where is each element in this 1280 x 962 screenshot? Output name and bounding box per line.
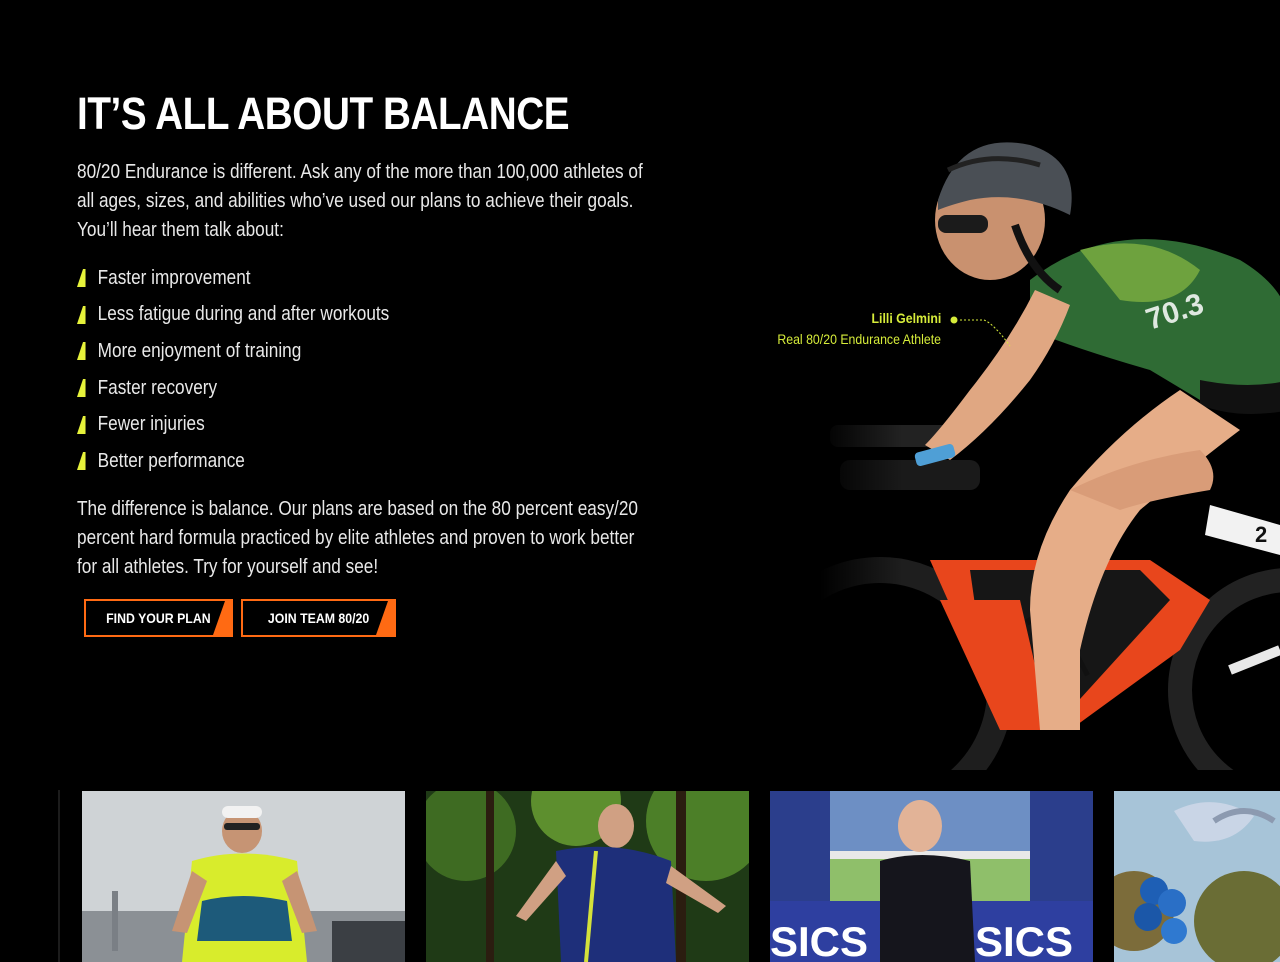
gallery-photo-balloons[interactable] xyxy=(1114,791,1280,962)
athlete-subtitle: Real 80/20 Endurance Athlete xyxy=(777,331,941,347)
slash-bullet-icon xyxy=(77,379,86,398)
hero-section: IT’S ALL ABOUT BALANCE 80/20 Endurance i… xyxy=(0,0,1280,780)
cta-buttons: FIND YOUR PLAN JOIN TEAM 80/20 xyxy=(84,599,396,637)
join-team-button[interactable]: JOIN TEAM 80/20 xyxy=(241,599,396,637)
slash-bullet-icon xyxy=(77,415,86,434)
outro-paragraph: The difference is balance. Our plans are… xyxy=(77,498,638,578)
svg-text:SICS: SICS xyxy=(770,918,868,962)
join-team-label: JOIN TEAM 80/20 xyxy=(267,610,370,626)
svg-text:SICS: SICS xyxy=(975,918,1073,962)
find-your-plan-label: FIND YOUR PLAN xyxy=(106,610,211,626)
find-your-plan-button[interactable]: FIND YOUR PLAN xyxy=(84,599,233,637)
list-item: Less fatigue during and after workouts xyxy=(77,297,389,334)
accent-wedge-icon xyxy=(376,601,394,635)
slash-bullet-icon xyxy=(77,452,86,471)
athlete-name: Lilli Gelmini xyxy=(871,310,941,326)
gallery-photo-finish-line[interactable]: SICS SICS xyxy=(770,791,1093,962)
list-item: Faster recovery xyxy=(77,370,389,407)
list-item: More enjoyment of training xyxy=(77,333,389,370)
page-title: IT’S ALL ABOUT BALANCE xyxy=(77,88,570,139)
list-item: Faster improvement xyxy=(77,260,389,297)
caption-leader-line xyxy=(950,316,1011,347)
athlete-gallery: SICS SICS xyxy=(0,780,1280,962)
list-item: Better performance xyxy=(77,443,389,480)
slash-bullet-icon xyxy=(77,342,86,361)
slash-bullet-icon xyxy=(77,269,86,288)
athlete-cyclist-image: TRE 2 70.3 xyxy=(820,130,1280,770)
intro-paragraph: 80/20 Endurance is different. Ask any of… xyxy=(77,161,643,241)
list-item: Fewer injuries xyxy=(77,406,389,443)
gallery-photo-runner[interactable] xyxy=(82,791,405,962)
slash-bullet-icon xyxy=(77,305,86,324)
gallery-divider xyxy=(58,790,60,962)
accent-wedge-icon xyxy=(213,601,231,635)
benefits-list: Faster improvement Less fatigue during a… xyxy=(77,260,389,480)
gallery-photo-trail-runner[interactable] xyxy=(426,791,749,962)
